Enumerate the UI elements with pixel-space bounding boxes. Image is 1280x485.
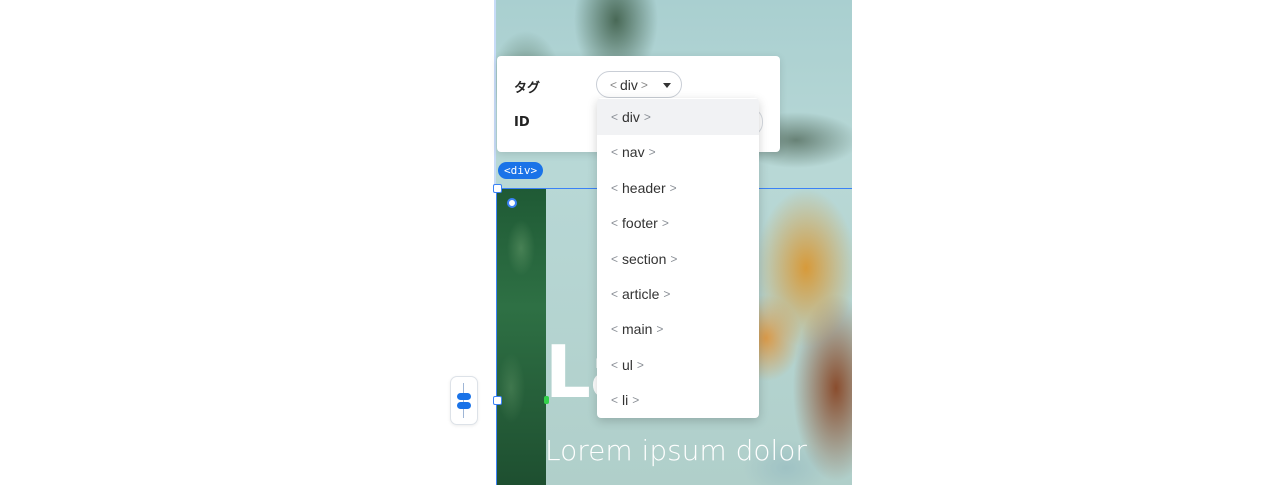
bracket-open: < xyxy=(611,393,619,408)
bracket-open: < xyxy=(611,357,619,372)
element-tag-badge[interactable]: <div> xyxy=(498,162,544,179)
spacing-handle-icon[interactable] xyxy=(457,393,471,400)
bracket-close: > xyxy=(640,77,648,92)
tag-option-nav[interactable]: < nav > xyxy=(597,134,759,170)
bracket-open: < xyxy=(611,322,619,337)
id-label: ID xyxy=(514,115,530,130)
tag-option-label: header xyxy=(622,179,666,196)
bracket-close: > xyxy=(663,287,671,301)
bracket-open: < xyxy=(611,110,619,124)
rotation-handle[interactable] xyxy=(507,198,517,208)
tag-option-label: main xyxy=(622,321,653,338)
bracket-close: > xyxy=(661,216,669,231)
bracket-close: > xyxy=(643,110,651,124)
tag-option-li[interactable]: < li > xyxy=(597,382,759,418)
tag-option-div[interactable]: < div > xyxy=(597,99,759,135)
bracket-close: > xyxy=(670,251,678,266)
tag-option-label: ul xyxy=(622,356,633,373)
tag-option-label: footer xyxy=(622,215,658,232)
bracket-open: < xyxy=(611,145,619,160)
hero-subtitle: Lorem ipsum dolor xyxy=(545,434,807,467)
resize-handle-middle-left[interactable] xyxy=(493,396,502,405)
tag-option-header[interactable]: < header > xyxy=(597,170,759,206)
spacing-tool[interactable] xyxy=(450,376,478,425)
tag-option-label: nav xyxy=(622,144,645,161)
anchor-indicator xyxy=(544,396,549,404)
tag-select[interactable]: < div > xyxy=(596,71,682,98)
spacing-tool-line xyxy=(463,383,464,418)
chevron-down-icon xyxy=(662,83,671,88)
tag-label: タグ xyxy=(514,81,541,96)
bracket-close: > xyxy=(648,145,656,160)
tag-select-value: div xyxy=(620,76,638,93)
spacing-handle-icon[interactable] xyxy=(457,402,471,409)
bracket-close: > xyxy=(632,393,640,408)
tag-option-label: div xyxy=(622,109,640,125)
resize-handle-top-left[interactable] xyxy=(493,184,502,193)
bracket-open: < xyxy=(611,287,619,301)
tag-option-footer[interactable]: < footer > xyxy=(597,205,759,241)
tag-option-ul[interactable]: < ul > xyxy=(597,347,759,383)
bracket-open: < xyxy=(611,216,619,231)
bracket-open: < xyxy=(611,251,619,266)
tag-option-article[interactable]: < article > xyxy=(597,276,759,312)
bracket-close: > xyxy=(636,357,644,372)
tag-dropdown-menu: < div > < nav > < header > < footer > < section > < arti… xyxy=(597,98,759,418)
tag-option-label: li xyxy=(622,392,629,409)
tag-option-section[interactable]: < section > xyxy=(597,241,759,277)
selection-outline-left xyxy=(496,188,497,485)
bracket-open: < xyxy=(610,77,618,92)
bracket-open: < xyxy=(611,180,619,195)
bracket-close: > xyxy=(669,180,677,195)
tag-option-label: section xyxy=(622,250,667,267)
tag-option-main[interactable]: < main > xyxy=(597,311,759,347)
selected-element-image xyxy=(496,188,546,485)
parent-frame-edge xyxy=(494,0,496,188)
tag-option-label: article xyxy=(622,286,660,302)
bracket-close: > xyxy=(656,322,664,337)
